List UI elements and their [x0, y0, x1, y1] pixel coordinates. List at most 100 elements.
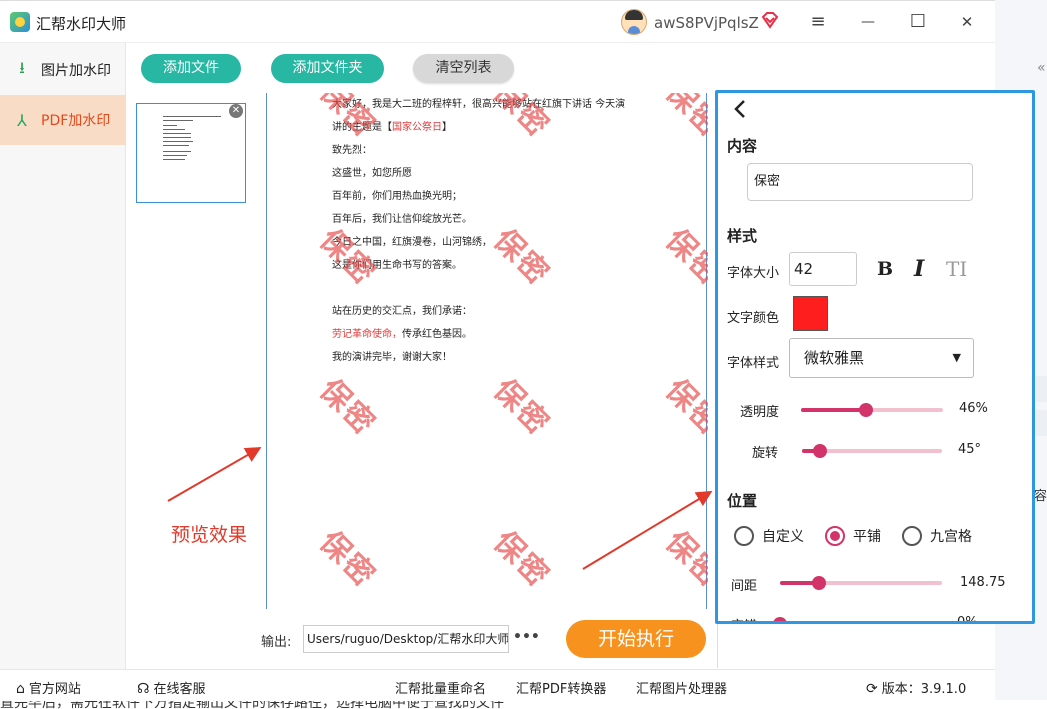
radio-label: 自定义 [762, 529, 804, 545]
slider-knob[interactable] [773, 617, 787, 621]
stagger-label: 交错 [731, 615, 757, 621]
font-family-select[interactable]: 微软雅黑 ▼ [789, 338, 974, 378]
page-border-left [266, 93, 267, 609]
font-family-value: 微软雅黑 [804, 349, 865, 367]
thumbnail-line [163, 137, 191, 138]
line-text: 这盛世，如您所愿 [332, 168, 412, 179]
slider-knob[interactable] [811, 576, 826, 590]
radio-icon [734, 526, 754, 546]
vip-diamond-icon[interactable] [760, 10, 780, 35]
thumbnail-line [163, 145, 189, 146]
document-line: 百年后，我们让信仰绽放光芒。 [332, 212, 652, 235]
browse-more-button[interactable]: ••• [513, 629, 540, 645]
annotation-arrow-preview [167, 446, 262, 502]
title-bar: 汇帮水印大师 awS8PVjPqlsZ ≡ — ☐ ✕ [0, 1, 995, 43]
position-option-custom[interactable]: 自定义 [734, 526, 804, 546]
slider-knob[interactable] [812, 444, 827, 458]
app-window: 汇帮水印大师 awS8PVjPqlsZ ≡ — ☐ ✕ ⭳ 图片加水印 ⅄ PD… [0, 0, 1035, 701]
sidebar-item-label: 图片加水印 [41, 63, 111, 79]
page-border-right [706, 93, 707, 609]
spacing-slider[interactable] [780, 576, 942, 590]
add-folder-button[interactable]: 添加文件夹 [271, 54, 384, 83]
image-processor-link[interactable]: 汇帮图片处理器 [636, 678, 727, 697]
radio-icon [825, 526, 845, 546]
watermark-text-input[interactable]: 保密 [747, 163, 973, 201]
radio-label: 九宫格 [930, 529, 972, 545]
background-caption-text: 置完毕后，需先在软件下方指定输出文件的保存路径，选择电脑中便于查找的文件 [0, 700, 504, 709]
support-link[interactable]: ☊ 在线客服 [137, 678, 205, 697]
pdf-converter-link[interactable]: 汇帮PDF转换器 [516, 678, 606, 697]
upload-icon: ⭳ [19, 57, 25, 77]
version-info[interactable]: ⟳ 版本：3.9.1.0 [866, 678, 966, 697]
opacity-slider[interactable] [801, 403, 943, 417]
line-text: 】 [442, 122, 452, 133]
stagger-slider[interactable] [773, 617, 787, 621]
document-text: 大家好，我是大二班的程梓轩，很高兴能够站在红旗下讲话 今天演 讲的主题是【国家公祭… [332, 97, 652, 373]
chevron-left-icon[interactable] [732, 98, 748, 126]
line-text: 今日之中国，红旗漫卷，山河锦绣， [332, 237, 492, 248]
document-line: 致先烈： [332, 143, 652, 166]
close-button[interactable]: ✕ [955, 11, 979, 33]
support-label: 在线客服 [153, 682, 206, 697]
remove-file-icon[interactable]: ✕ [229, 104, 243, 118]
avatar[interactable] [621, 9, 647, 35]
rename-tool-link[interactable]: 汇帮批量重命名 [395, 678, 486, 697]
font-size-input[interactable]: 42 [789, 252, 857, 286]
rotation-slider[interactable] [802, 444, 942, 458]
website-label: 官方网站 [28, 682, 81, 697]
thumbnail-line [163, 129, 185, 130]
position-option-tile[interactable]: 平铺 [825, 526, 881, 546]
opacity-label: 透明度 [740, 405, 780, 420]
double-chevron-left-icon: « [1037, 60, 1046, 76]
slider-knob[interactable] [859, 403, 874, 417]
line-text: 我的演讲完毕，谢谢大家！ [332, 352, 452, 363]
opacity-value: 46% [959, 401, 988, 416]
slider-fill [801, 408, 867, 412]
spacing-value: 148.75 [960, 575, 1006, 590]
dropdown-caret-icon: ▼ [952, 351, 961, 364]
text-color-label: 文字颜色 [727, 311, 780, 326]
start-button[interactable]: 开始执行 [566, 620, 706, 658]
website-link[interactable]: ⌂ 官方网站 [16, 678, 81, 697]
radio-icon [902, 526, 922, 546]
font-size-label: 字体大小 [727, 266, 780, 281]
version-label: 版本：3.9.1.0 [881, 682, 967, 697]
menu-icon[interactable]: ≡ [806, 11, 830, 33]
document-line: 百年前，你们用热血换光明； [332, 189, 652, 212]
background-caption: 置完毕后，需先在软件下方指定输出文件的保存路径，选择电脑中便于查找的文件 [0, 700, 1047, 709]
line-text: 站在历史的交汇点，我们承诺： [332, 306, 472, 317]
refresh-icon: ⟳ [866, 681, 878, 697]
annotation-label: 预览效果 [171, 524, 248, 546]
line-text: 大家好，我是大二班的程梓轩，很高兴能够站在红旗下讲话 今天演 [332, 99, 626, 110]
thumbnail-line [163, 116, 221, 117]
clear-list-button[interactable]: 清空列表 [413, 54, 514, 83]
app-title: 汇帮水印大师 [36, 15, 127, 33]
maximize-button[interactable]: ☐ [906, 11, 930, 33]
line-text: 百年前，你们用热血换光明； [332, 191, 462, 202]
line-text: 讲的主题是【 [332, 122, 392, 133]
sidebar-item-pdf-watermark[interactable]: ⅄ PDF加水印 [0, 95, 126, 145]
output-path-field[interactable]: Users/ruguo/Desktop/汇帮水印大师 [303, 625, 509, 653]
position-option-grid[interactable]: 九宫格 [902, 526, 972, 546]
document-line: 站在历史的交汇点，我们承诺： [332, 304, 652, 327]
username[interactable]: awS8PVjPqlsZ [654, 14, 759, 32]
thumbnail-line [163, 151, 191, 152]
section-heading-style: 样式 [727, 227, 758, 245]
italic-button[interactable]: I [914, 256, 924, 282]
sidebar-item-image-watermark[interactable]: ⭳ 图片加水印 [0, 45, 126, 95]
output-label: 输出: [261, 635, 292, 650]
document-line: 这是你们用生命书写的答案。 [332, 258, 652, 281]
bold-button[interactable]: B [877, 258, 893, 280]
minimize-button[interactable]: — [856, 11, 880, 33]
highlighted-text: 劳记革命使命， [332, 329, 402, 340]
section-heading-position: 位置 [727, 492, 758, 510]
file-thumbnail[interactable] [136, 103, 246, 203]
add-file-button[interactable]: 添加文件 [141, 54, 241, 83]
text-size-button[interactable]: TI [946, 257, 967, 281]
section-heading-content: 内容 [727, 137, 758, 155]
text-color-swatch[interactable] [793, 296, 828, 331]
line-text: 传承红色基因。 [402, 329, 472, 340]
watermark-settings-panel: 内容 保密 样式 字体大小 42 B I TI 文字颜色 字体样式 微软雅黑 ▼… [715, 90, 1035, 624]
font-family-label: 字体样式 [727, 356, 780, 371]
